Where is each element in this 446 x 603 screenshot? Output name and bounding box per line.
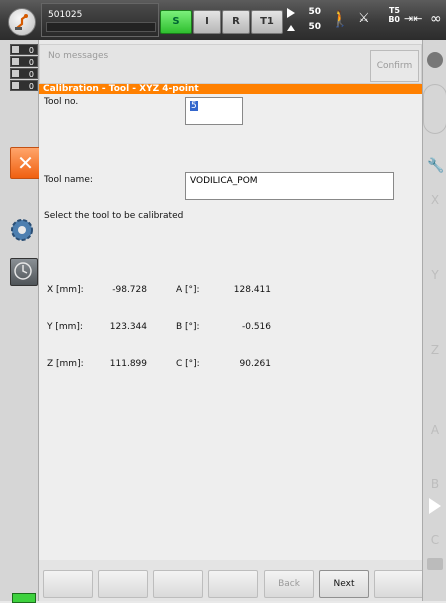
confirm-all-button[interactable]: Confirm all <box>370 50 419 101</box>
right-sidebar: 🔧 X Y Z A B C <box>422 40 446 601</box>
instruction-text: Select the tool to be calibrated <box>44 211 184 221</box>
message-text: No messages <box>48 51 109 61</box>
panel-title: Calibration - Tool - XYZ 4-point <box>39 84 422 94</box>
incremental-jog-icon[interactable]: ⇥⇤ <box>404 8 422 30</box>
tool-no-input[interactable]: 5 <box>185 97 243 125</box>
walking-person-icon[interactable]: 🚶 <box>330 8 350 30</box>
gear-icon <box>11 219 33 241</box>
info-message-counter[interactable]: 0 <box>10 68 38 79</box>
infinity-icon[interactable]: ∞ <box>430 8 442 30</box>
warning-message-counter[interactable]: 0 <box>10 56 38 67</box>
softkey-7[interactable] <box>374 570 424 598</box>
y-value: 123.344 <box>109 322 147 332</box>
base-number: B0 <box>388 15 400 24</box>
jog-axis-z[interactable]: Z <box>423 343 446 357</box>
back-button[interactable]: Back <box>264 570 314 598</box>
status-led <box>12 593 36 603</box>
c-value: 90.261 <box>239 359 272 369</box>
next-button[interactable]: Next <box>319 570 369 598</box>
main-menu-button[interactable] <box>8 8 36 36</box>
y-label: Y [mm]: <box>47 322 83 332</box>
tool-name-value: VODILICA_POM <box>190 176 258 186</box>
tool-no-value: 5 <box>190 101 198 111</box>
softkey-bar: Back Next <box>39 560 424 601</box>
tool-base-status[interactable]: T5 B0 <box>378 6 400 34</box>
start-forward-icon[interactable] <box>429 498 441 514</box>
override-status[interactable]: 50 50 <box>285 6 323 36</box>
jog-axis-x[interactable]: X <box>423 193 446 207</box>
dialog-icon <box>12 82 19 89</box>
submit-interpreter-status[interactable]: S <box>160 10 192 34</box>
error-icon <box>12 46 19 53</box>
program-override: 50 <box>308 7 321 17</box>
drives-status[interactable]: I <box>193 10 221 34</box>
tool-icon[interactable]: ⚔ <box>358 8 370 30</box>
jog-axis-y[interactable]: Y <box>423 268 446 282</box>
operating-mode[interactable]: T1 <box>251 10 283 34</box>
jog-override: 50 <box>308 22 321 32</box>
calibration-panel: Calibration - Tool - XYZ 4-point Tool no… <box>39 84 422 560</box>
hand-jog-icon[interactable] <box>427 558 443 570</box>
softkey-4[interactable] <box>208 570 258 598</box>
tool-name-label: Tool name: <box>44 175 93 185</box>
jog-axis-a[interactable]: A <box>423 423 446 437</box>
z-label: Z [mm]: <box>47 359 84 369</box>
jog-axis-b[interactable]: B <box>423 477 446 491</box>
close-icon: ✕ <box>17 151 34 175</box>
tool-number: T5 <box>388 6 400 15</box>
coordinate-system-icon[interactable] <box>427 52 443 68</box>
c-label: C [°]: <box>176 359 200 369</box>
b-value: -0.516 <box>241 322 271 332</box>
robot-name: 501025 <box>48 10 83 20</box>
dialog-message-counter[interactable]: 0 <box>10 80 38 91</box>
softkey-1[interactable] <box>43 570 93 598</box>
timer-button[interactable] <box>10 258 38 286</box>
x-value: -98.728 <box>112 285 147 295</box>
tool-no-label: Tool no. <box>44 97 79 107</box>
close-window-button[interactable]: ✕ <box>10 147 41 179</box>
x-label: X [mm]: <box>47 285 84 295</box>
robot-interpreter-status[interactable]: R <box>222 10 250 34</box>
robot-name-display[interactable]: 501025 <box>41 3 159 37</box>
message-window: No messages Confirm all <box>39 44 422 101</box>
info-icon <box>12 70 19 77</box>
jog-hand-icon <box>287 25 295 31</box>
a-value: 128.411 <box>233 285 271 295</box>
robot-arm-icon <box>15 14 28 30</box>
wrench-icon[interactable]: 🔧 <box>427 158 444 174</box>
b-label: B [°]: <box>176 322 200 332</box>
error-message-counter[interactable]: 0 <box>10 44 38 55</box>
tool-name-input[interactable]: VODILICA_POM <box>185 172 394 200</box>
softkey-3[interactable] <box>153 570 203 598</box>
space-mouse-icon[interactable] <box>423 84 446 134</box>
jog-axis-c[interactable]: C <box>423 533 446 547</box>
status-bar: 501025 S I R T1 50 50 🚶 ⚔ T5 B0 ⇥⇤ ∞ <box>0 0 446 40</box>
program-progress-bar <box>46 22 156 32</box>
left-sidebar: 0 0 0 0 ✕ <box>0 40 41 603</box>
clock-icon <box>14 262 32 280</box>
play-icon <box>287 8 295 18</box>
settings-button[interactable] <box>8 216 36 244</box>
a-label: A [°]: <box>176 285 200 295</box>
warning-icon <box>12 58 19 65</box>
z-value: 111.899 <box>109 359 147 369</box>
softkey-2[interactable] <box>98 570 148 598</box>
